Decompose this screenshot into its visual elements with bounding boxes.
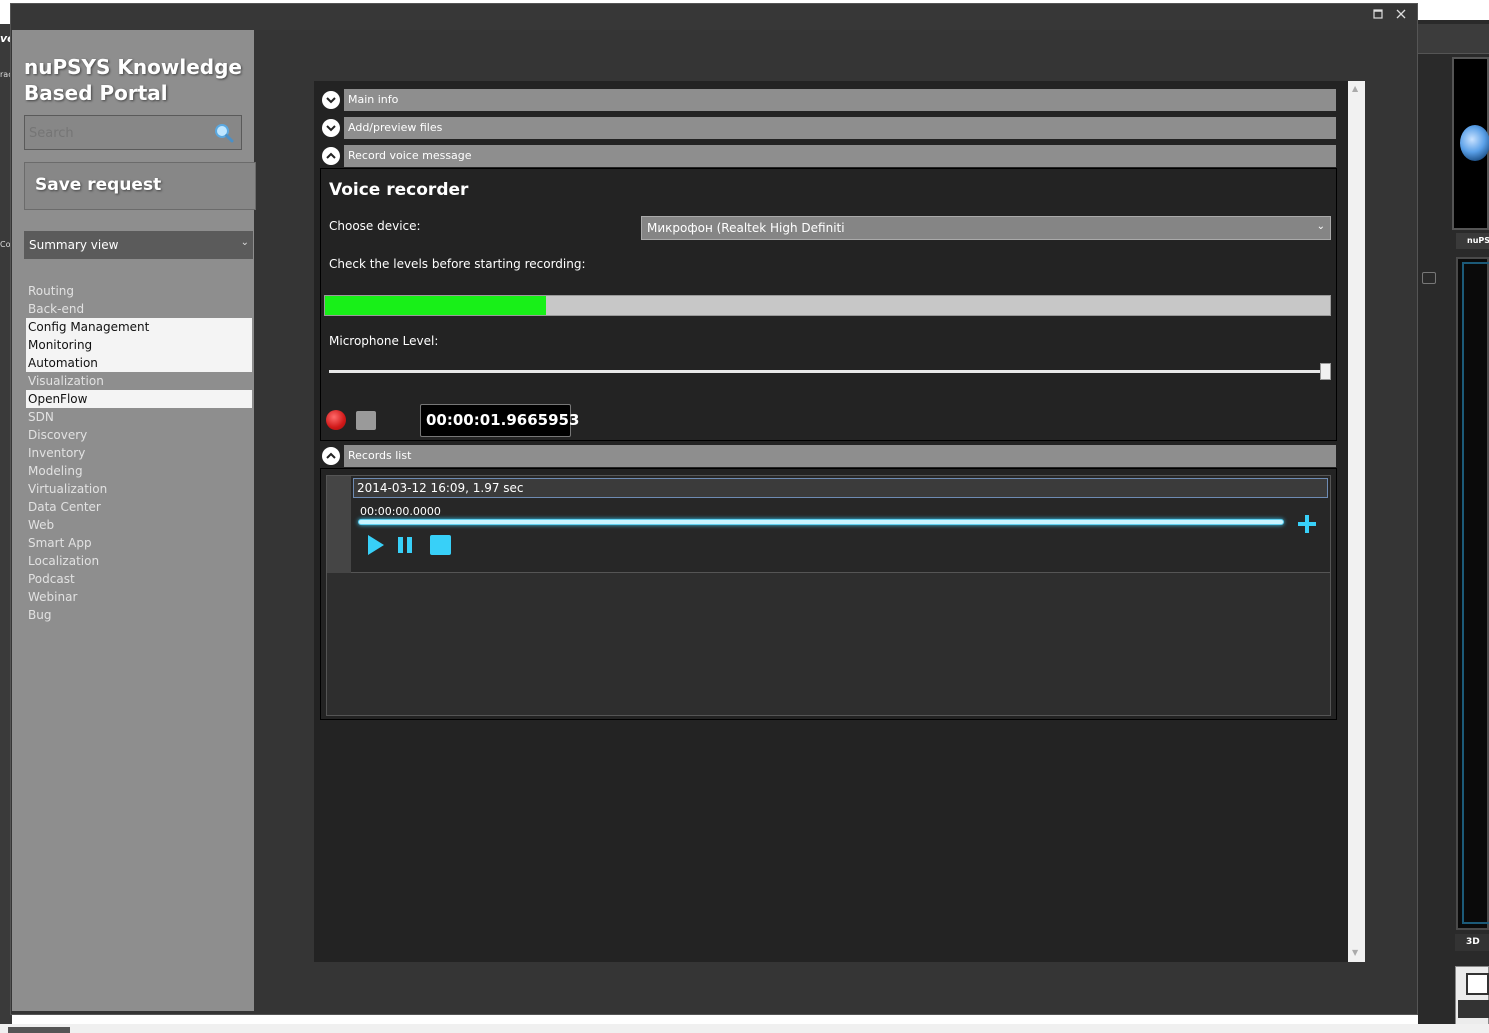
title-bar [11,4,1417,30]
taskbar-item[interactable] [8,1027,70,1033]
background-app-view-frame [1462,262,1489,924]
stop-recording-button[interactable] [356,411,376,430]
collapse-record-voice-toggle[interactable] [322,147,340,165]
close-icon [1396,9,1406,19]
background-app-bar [1458,1000,1489,1018]
category-item[interactable]: Web [26,516,252,534]
record-row-gutter [327,476,351,573]
category-item[interactable]: Discovery [26,426,252,444]
add-preview-files-header[interactable]: Add/preview files [344,117,1336,139]
search-icon[interactable] [213,122,235,144]
screen: nuPS 3D ve rac Cor nuPSYS Knowledge Base… [0,0,1489,1033]
pause-button[interactable] [396,535,416,555]
device-select-value: Микрофон (Realtek High Definiti [647,221,845,235]
chevron-up-icon [326,152,336,159]
scroll-down-icon[interactable]: ▼ [1352,948,1358,957]
main-info-header[interactable]: Main info [344,89,1336,111]
square-icon [1373,9,1383,19]
category-item[interactable]: Webinar [26,588,252,606]
category-item[interactable]: Automation [26,354,252,372]
chevron-up-icon [326,452,336,459]
vertical-scrollbar[interactable] [1348,81,1365,962]
app-title: nuPSYS Knowledge Based Portal [24,55,242,105]
recording-timer: 00:00:01.9665953 [420,404,579,437]
category-item[interactable]: Config Management [26,318,252,336]
background-app-tab[interactable]: nuPS [1456,233,1489,249]
window-icon [1422,272,1436,284]
category-item[interactable]: Routing [26,282,252,300]
chevron-down-icon [326,97,336,104]
taskbar [0,1024,1489,1033]
collapse-records-list-toggle[interactable] [322,447,340,465]
category-item[interactable]: Inventory [26,444,252,462]
stop-playback-button[interactable] [430,535,451,555]
close-button[interactable] [1391,6,1411,24]
play-icon [368,535,384,555]
input-level-meter [324,295,1331,316]
chevron-down-icon: ⌄ [240,237,249,248]
record-voice-header[interactable]: Record voice message [344,145,1336,167]
voice-recorder-title: Voice recorder [329,180,469,200]
record-button[interactable] [326,410,346,430]
category-item[interactable]: Virtualization [26,480,252,498]
category-item[interactable]: Monitoring [26,336,252,354]
pause-icon [398,537,412,553]
category-item[interactable]: Smart App [26,534,252,552]
plus-icon [1298,515,1316,533]
globe-icon [1460,125,1489,161]
category-item[interactable]: Podcast [26,570,252,588]
category-list: Routing Back-end Config Management Monitori… [26,282,252,624]
category-item[interactable]: Back-end [26,300,252,318]
device-select[interactable]: Микрофон (Realtek High Definiti ⌄ [641,216,1331,240]
input-level-fill [325,296,547,315]
microphone-level-label: Microphone Level: [329,334,439,348]
category-item[interactable]: Visualization [26,372,252,390]
category-item[interactable]: SDN [26,408,252,426]
category-item[interactable]: Data Center [26,498,252,516]
add-record-button[interactable] [1296,512,1318,536]
expand-add-files-toggle[interactable] [322,119,340,137]
background-app-box [1466,973,1489,995]
microphone-level-slider[interactable] [329,370,1325,373]
microphone-level-thumb[interactable] [1320,363,1331,380]
playback-progress-bar[interactable] [358,519,1284,525]
play-button[interactable] [366,535,386,555]
records-list-header[interactable]: Records list [344,445,1336,467]
search-input[interactable] [29,122,209,144]
choose-device-label: Choose device: [329,219,421,233]
category-item[interactable]: Localization [26,552,252,570]
check-levels-label: Check the levels before starting recordi… [329,257,586,271]
view-3d-button[interactable]: 3D [1455,934,1489,951]
expand-main-info-toggle[interactable] [322,91,340,109]
category-item[interactable]: Bug [26,606,252,624]
category-item[interactable]: Modeling [26,462,252,480]
maximize-button[interactable] [1368,6,1388,24]
chevron-down-icon: ⌄ [1316,221,1325,232]
playback-position: 00:00:00.0000 [360,505,441,518]
record-item-title[interactable]: 2014-03-12 16:09, 1.97 sec [353,478,1328,498]
view-select-value: Summary view [29,238,119,252]
chevron-down-icon [326,125,336,132]
view-select[interactable]: Summary view ⌄ [24,231,253,259]
category-item[interactable]: OpenFlow [26,390,252,408]
search-box [24,115,242,150]
save-request-button[interactable]: Save request [24,162,256,210]
background-app-toolbar [1418,24,1489,54]
scroll-up-icon[interactable]: ▲ [1352,84,1358,93]
